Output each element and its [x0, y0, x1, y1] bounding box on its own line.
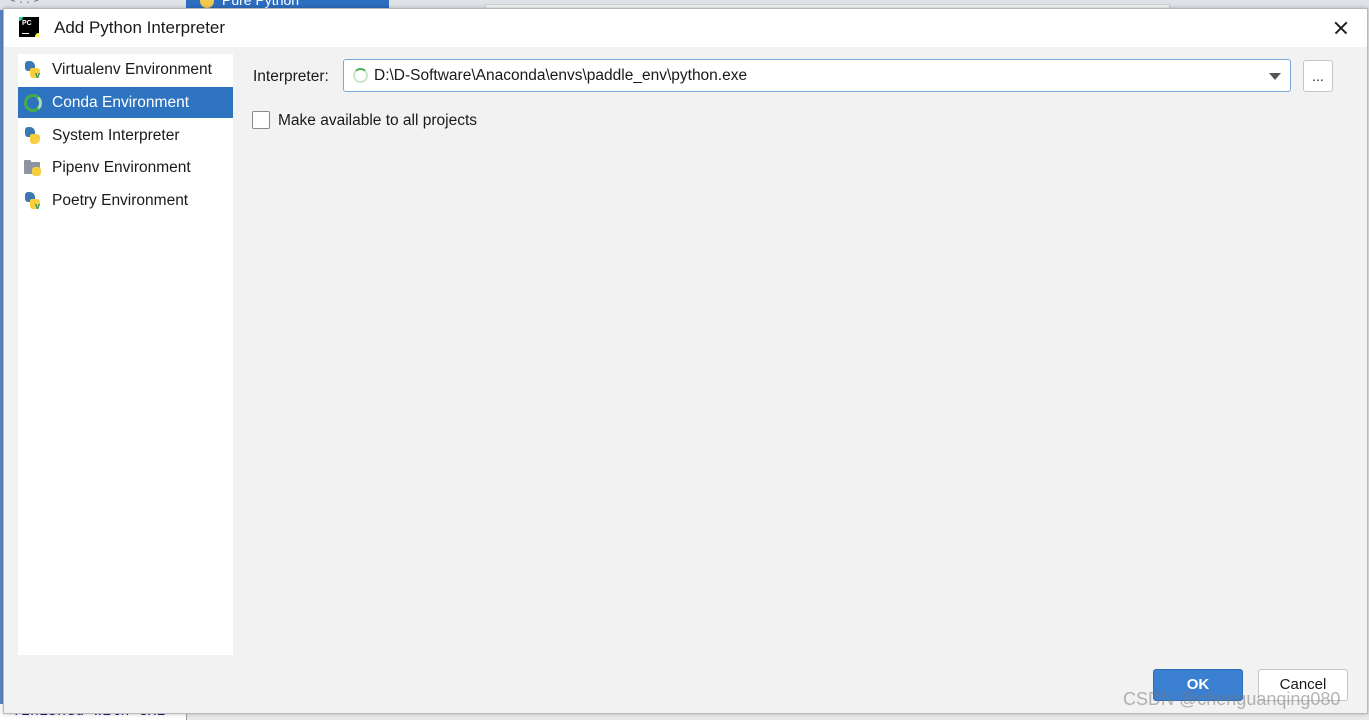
sidebar-item-system[interactable]: System Interpreter: [18, 120, 233, 151]
chevron-down-icon[interactable]: [1269, 73, 1281, 80]
sidebar-item-virtualenv[interactable]: v Virtualenv Environment: [18, 54, 233, 85]
interpreter-select[interactable]: D:\D-Software\Anaconda\envs\paddle_env\p…: [343, 59, 1291, 92]
sidebar-item-label: Pipenv Environment: [52, 159, 191, 176]
pipenv-folder-icon: [24, 159, 42, 177]
poetry-python-icon: v: [24, 192, 42, 211]
virtualenv-python-icon: v: [24, 61, 42, 80]
pycharm-app-icon: PC: [19, 17, 39, 37]
interpreter-label: Interpreter:: [253, 68, 329, 85]
dialog-title: Add Python Interpreter: [54, 18, 226, 37]
watermark-text: CSDN @chenguanqing080: [1123, 689, 1341, 709]
make-available-checkbox[interactable]: [252, 111, 270, 129]
environment-type-list: v Virtualenv Environment Conda Environme…: [18, 54, 233, 655]
dialog-titlebar: PC Add Python Interpreter: [4, 9, 1367, 47]
sidebar-item-poetry[interactable]: v Poetry Environment: [18, 185, 233, 216]
python-icon: [24, 127, 42, 145]
sidebar-item-conda[interactable]: Conda Environment: [18, 87, 233, 118]
background-nav-text: < . . >: [8, 0, 41, 6]
conda-icon: [24, 94, 42, 112]
python-icon: [200, 0, 214, 8]
loading-spinner-icon: [353, 68, 368, 83]
sidebar-item-label: System Interpreter: [52, 127, 180, 144]
sidebar-item-label: Poetry Environment: [52, 192, 189, 209]
close-icon[interactable]: [1325, 13, 1357, 43]
interpreter-path-value: D:\D-Software\Anaconda\envs\paddle_env\p…: [374, 67, 748, 84]
app-icon-text: PC: [22, 20, 32, 27]
sidebar-item-pipenv[interactable]: Pipenv Environment: [18, 152, 233, 183]
background-tab-label: Pure Python: [222, 0, 300, 8]
add-python-interpreter-dialog: PC Add Python Interpreter v Virtualenv E…: [3, 8, 1368, 714]
make-available-label[interactable]: Make available to all projects: [278, 112, 477, 130]
browse-button[interactable]: ...: [1303, 60, 1333, 92]
sidebar-item-label: Virtualenv Environment: [52, 61, 212, 78]
sidebar-item-label: Conda Environment: [52, 94, 189, 111]
